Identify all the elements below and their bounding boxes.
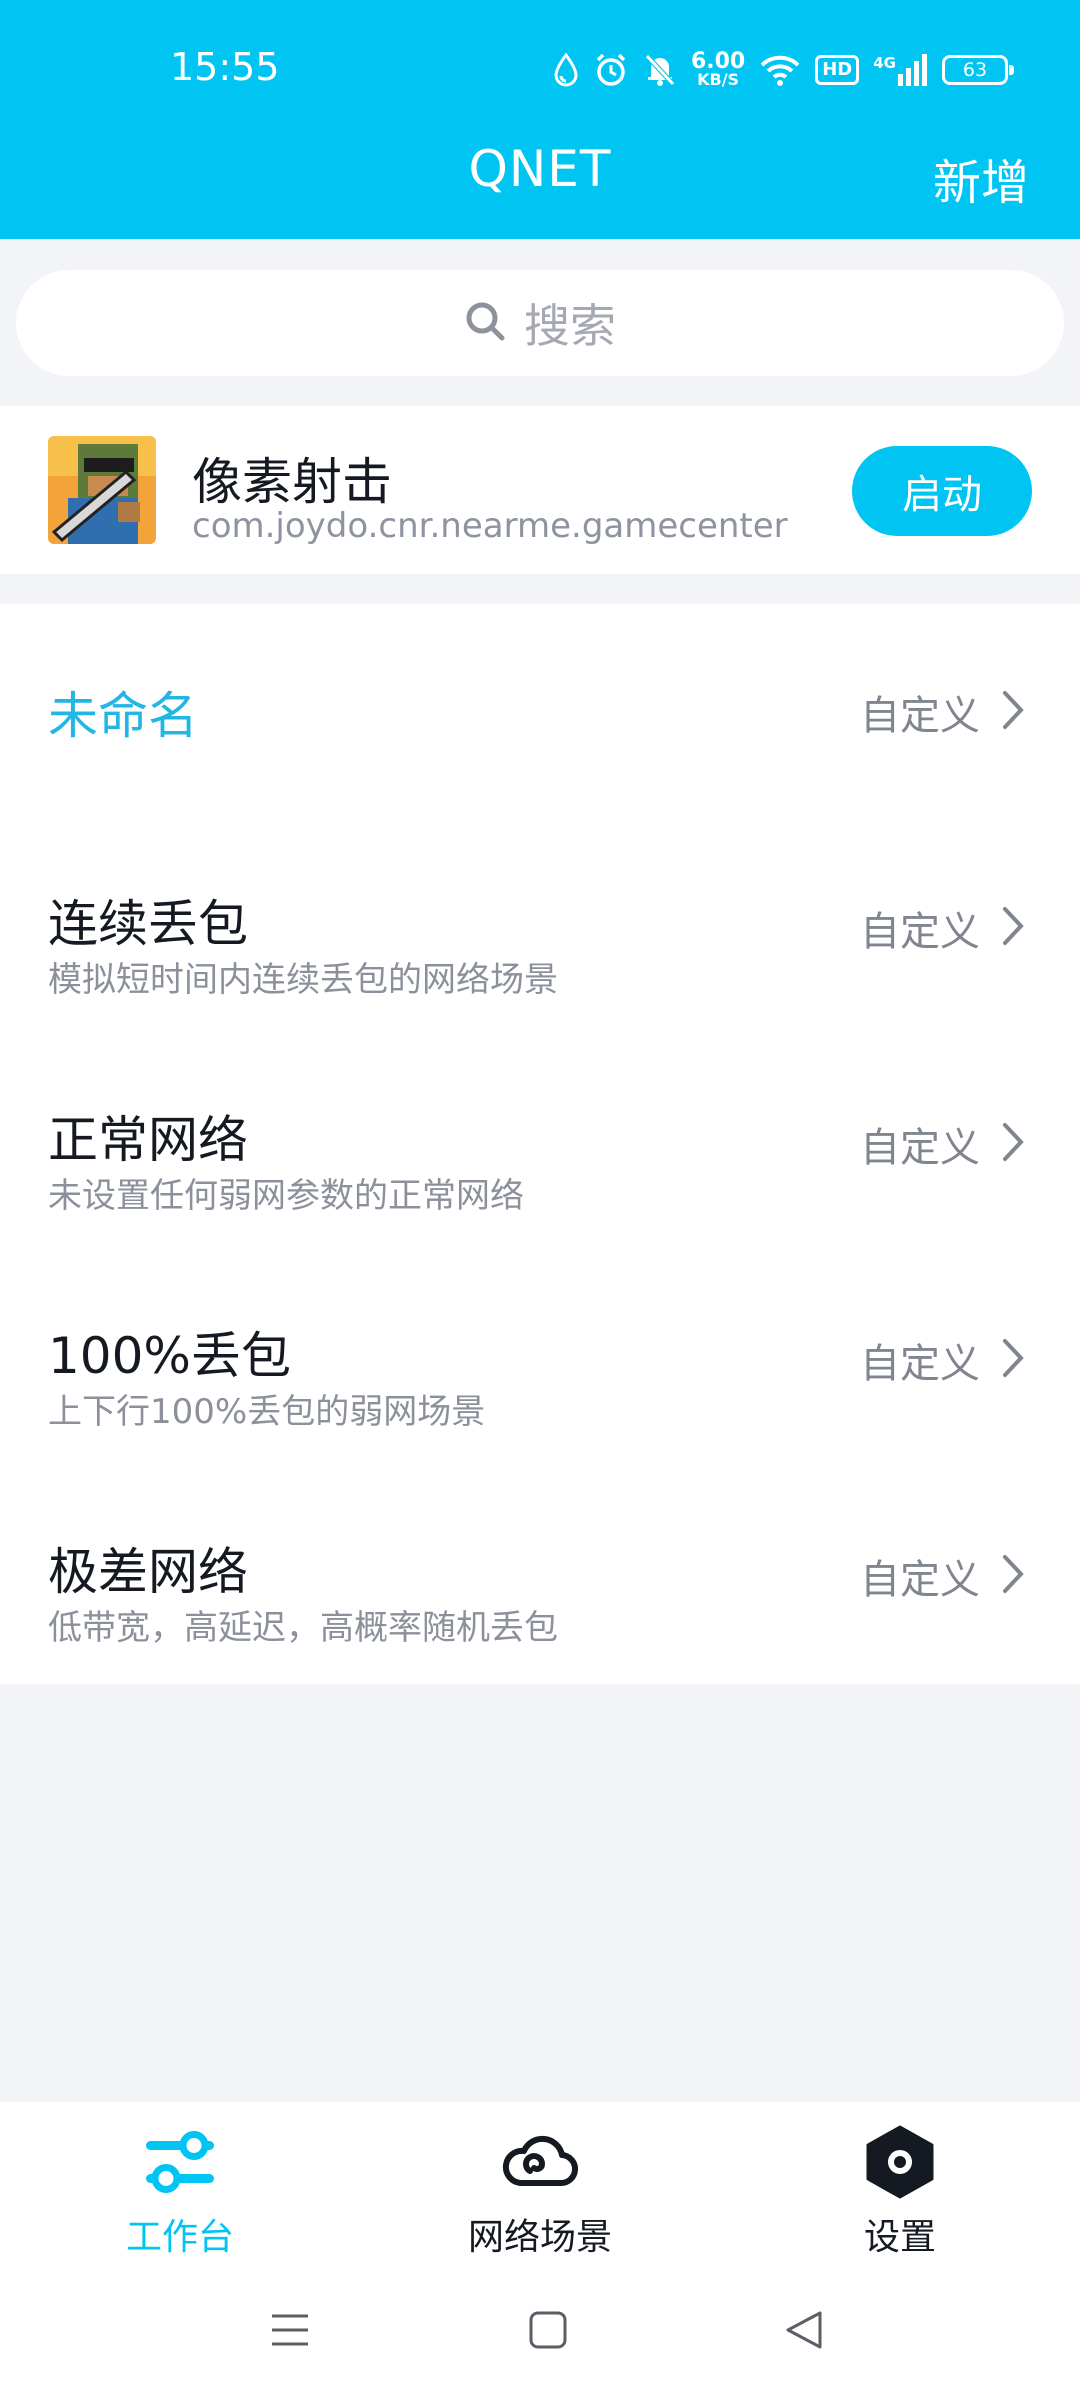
back-icon[interactable] bbox=[784, 2310, 824, 2354]
customize-label: 自定义 bbox=[860, 1557, 980, 1603]
battery-indicator: 63 bbox=[942, 55, 1014, 85]
customize-label: 自定义 bbox=[860, 1125, 980, 1171]
app-header: 15:55 6.00 KB/S HD 4G 63 QNET 新增 bbox=[0, 0, 1080, 239]
net-speed-unit: KB/S bbox=[697, 69, 740, 89]
app-icon bbox=[48, 436, 156, 544]
scene-customize[interactable]: 自定义 bbox=[860, 820, 1024, 1036]
bell-muted-icon bbox=[643, 52, 677, 88]
status-bar: 15:55 6.00 KB/S HD 4G 63 bbox=[0, 0, 1080, 135]
scene-customize[interactable]: 自定义 bbox=[860, 1036, 1024, 1252]
launch-button[interactable]: 启动 bbox=[852, 446, 1032, 536]
scene-description: 未设置任何弱网参数的正常网络 bbox=[48, 1176, 524, 1216]
chevron-right-icon bbox=[1002, 690, 1024, 734]
home-icon[interactable] bbox=[528, 2310, 568, 2354]
scene-description: 模拟短时间内连续丢包的网络场景 bbox=[48, 960, 558, 1000]
chevron-right-icon bbox=[1002, 1554, 1024, 1598]
chevron-right-icon bbox=[1002, 906, 1024, 950]
status-time: 15:55 bbox=[170, 45, 280, 89]
scene-title: 连续丢包 bbox=[48, 895, 248, 953]
signal-label: 4G bbox=[873, 54, 896, 72]
scene-customize[interactable]: 自定义 bbox=[860, 604, 1024, 820]
search-icon bbox=[464, 300, 506, 346]
scene-item-continuous-loss[interactable]: 连续丢包 模拟短时间内连续丢包的网络场景 自定义 bbox=[0, 820, 1080, 1036]
wifi-icon bbox=[759, 53, 801, 87]
scene-customize[interactable]: 自定义 bbox=[860, 1252, 1024, 1468]
bottom-navigation: 工作台 网络场景 设置 bbox=[0, 2102, 1080, 2400]
chevron-right-icon bbox=[1002, 1122, 1024, 1166]
tab-network-scenes[interactable]: 网络场景 bbox=[410, 2122, 670, 2262]
menu-icon[interactable] bbox=[270, 2310, 310, 2354]
tab-workbench[interactable]: 工作台 bbox=[50, 2122, 310, 2262]
alarm-icon bbox=[593, 52, 629, 88]
scene-title: 正常网络 bbox=[48, 1111, 248, 1169]
chevron-right-icon bbox=[1002, 1338, 1024, 1382]
scene-customize[interactable]: 自定义 bbox=[860, 1468, 1024, 1684]
app-package-name: com.joydo.cnr.nearme.gamecenter bbox=[192, 506, 788, 546]
water-drop-icon bbox=[553, 53, 579, 87]
search-bar[interactable]: 搜索 bbox=[16, 270, 1064, 376]
scene-item-unnamed[interactable]: 未命名 自定义 bbox=[0, 604, 1080, 820]
page-title: QNET bbox=[468, 140, 612, 198]
scene-title: 100%丢包 bbox=[48, 1327, 291, 1385]
cell-signal-icon: 4G bbox=[873, 54, 928, 86]
tab-settings[interactable]: 设置 bbox=[770, 2122, 1030, 2262]
system-navigation-bar bbox=[0, 2290, 1080, 2380]
network-speed: 6.00 KB/S bbox=[691, 50, 745, 89]
customize-label: 自定义 bbox=[860, 1341, 980, 1387]
customize-label: 自定义 bbox=[860, 693, 980, 739]
scene-title: 极差网络 bbox=[48, 1543, 248, 1601]
cloud-icon bbox=[502, 2122, 578, 2202]
customize-label: 自定义 bbox=[860, 909, 980, 955]
add-button[interactable]: 新增 bbox=[933, 143, 1029, 213]
selected-app-card: 像素射击 com.joydo.cnr.nearme.gamecenter 启动 bbox=[0, 406, 1080, 574]
status-icons: 6.00 KB/S HD 4G 63 bbox=[553, 48, 1014, 92]
app-name: 像素射击 bbox=[192, 453, 392, 511]
network-scene-list: 未命名 自定义 连续丢包 模拟短时间内连续丢包的网络场景 自定义 正常网络 未设… bbox=[0, 604, 1080, 1684]
scene-title: 未命名 bbox=[48, 687, 198, 745]
nav-label: 工作台 bbox=[125, 2217, 234, 2258]
hexagon-settings-icon bbox=[865, 2122, 935, 2202]
nav-label: 设置 bbox=[863, 2217, 936, 2258]
scene-item-normal-network[interactable]: 正常网络 未设置任何弱网参数的正常网络 自定义 bbox=[0, 1036, 1080, 1252]
scene-description: 上下行100%丢包的弱网场景 bbox=[48, 1392, 486, 1432]
hd-badge: HD bbox=[815, 55, 860, 85]
scene-item-very-poor-network[interactable]: 极差网络 低带宽，高延迟，高概率随机丢包 自定义 bbox=[0, 1468, 1080, 1684]
scene-item-full-loss[interactable]: 100%丢包 上下行100%丢包的弱网场景 自定义 bbox=[0, 1252, 1080, 1468]
search-input[interactable]: 搜索 bbox=[524, 290, 616, 356]
scene-description: 低带宽，高延迟，高概率随机丢包 bbox=[48, 1608, 558, 1648]
nav-label: 网络场景 bbox=[467, 2217, 612, 2258]
sliders-icon bbox=[142, 2122, 218, 2202]
